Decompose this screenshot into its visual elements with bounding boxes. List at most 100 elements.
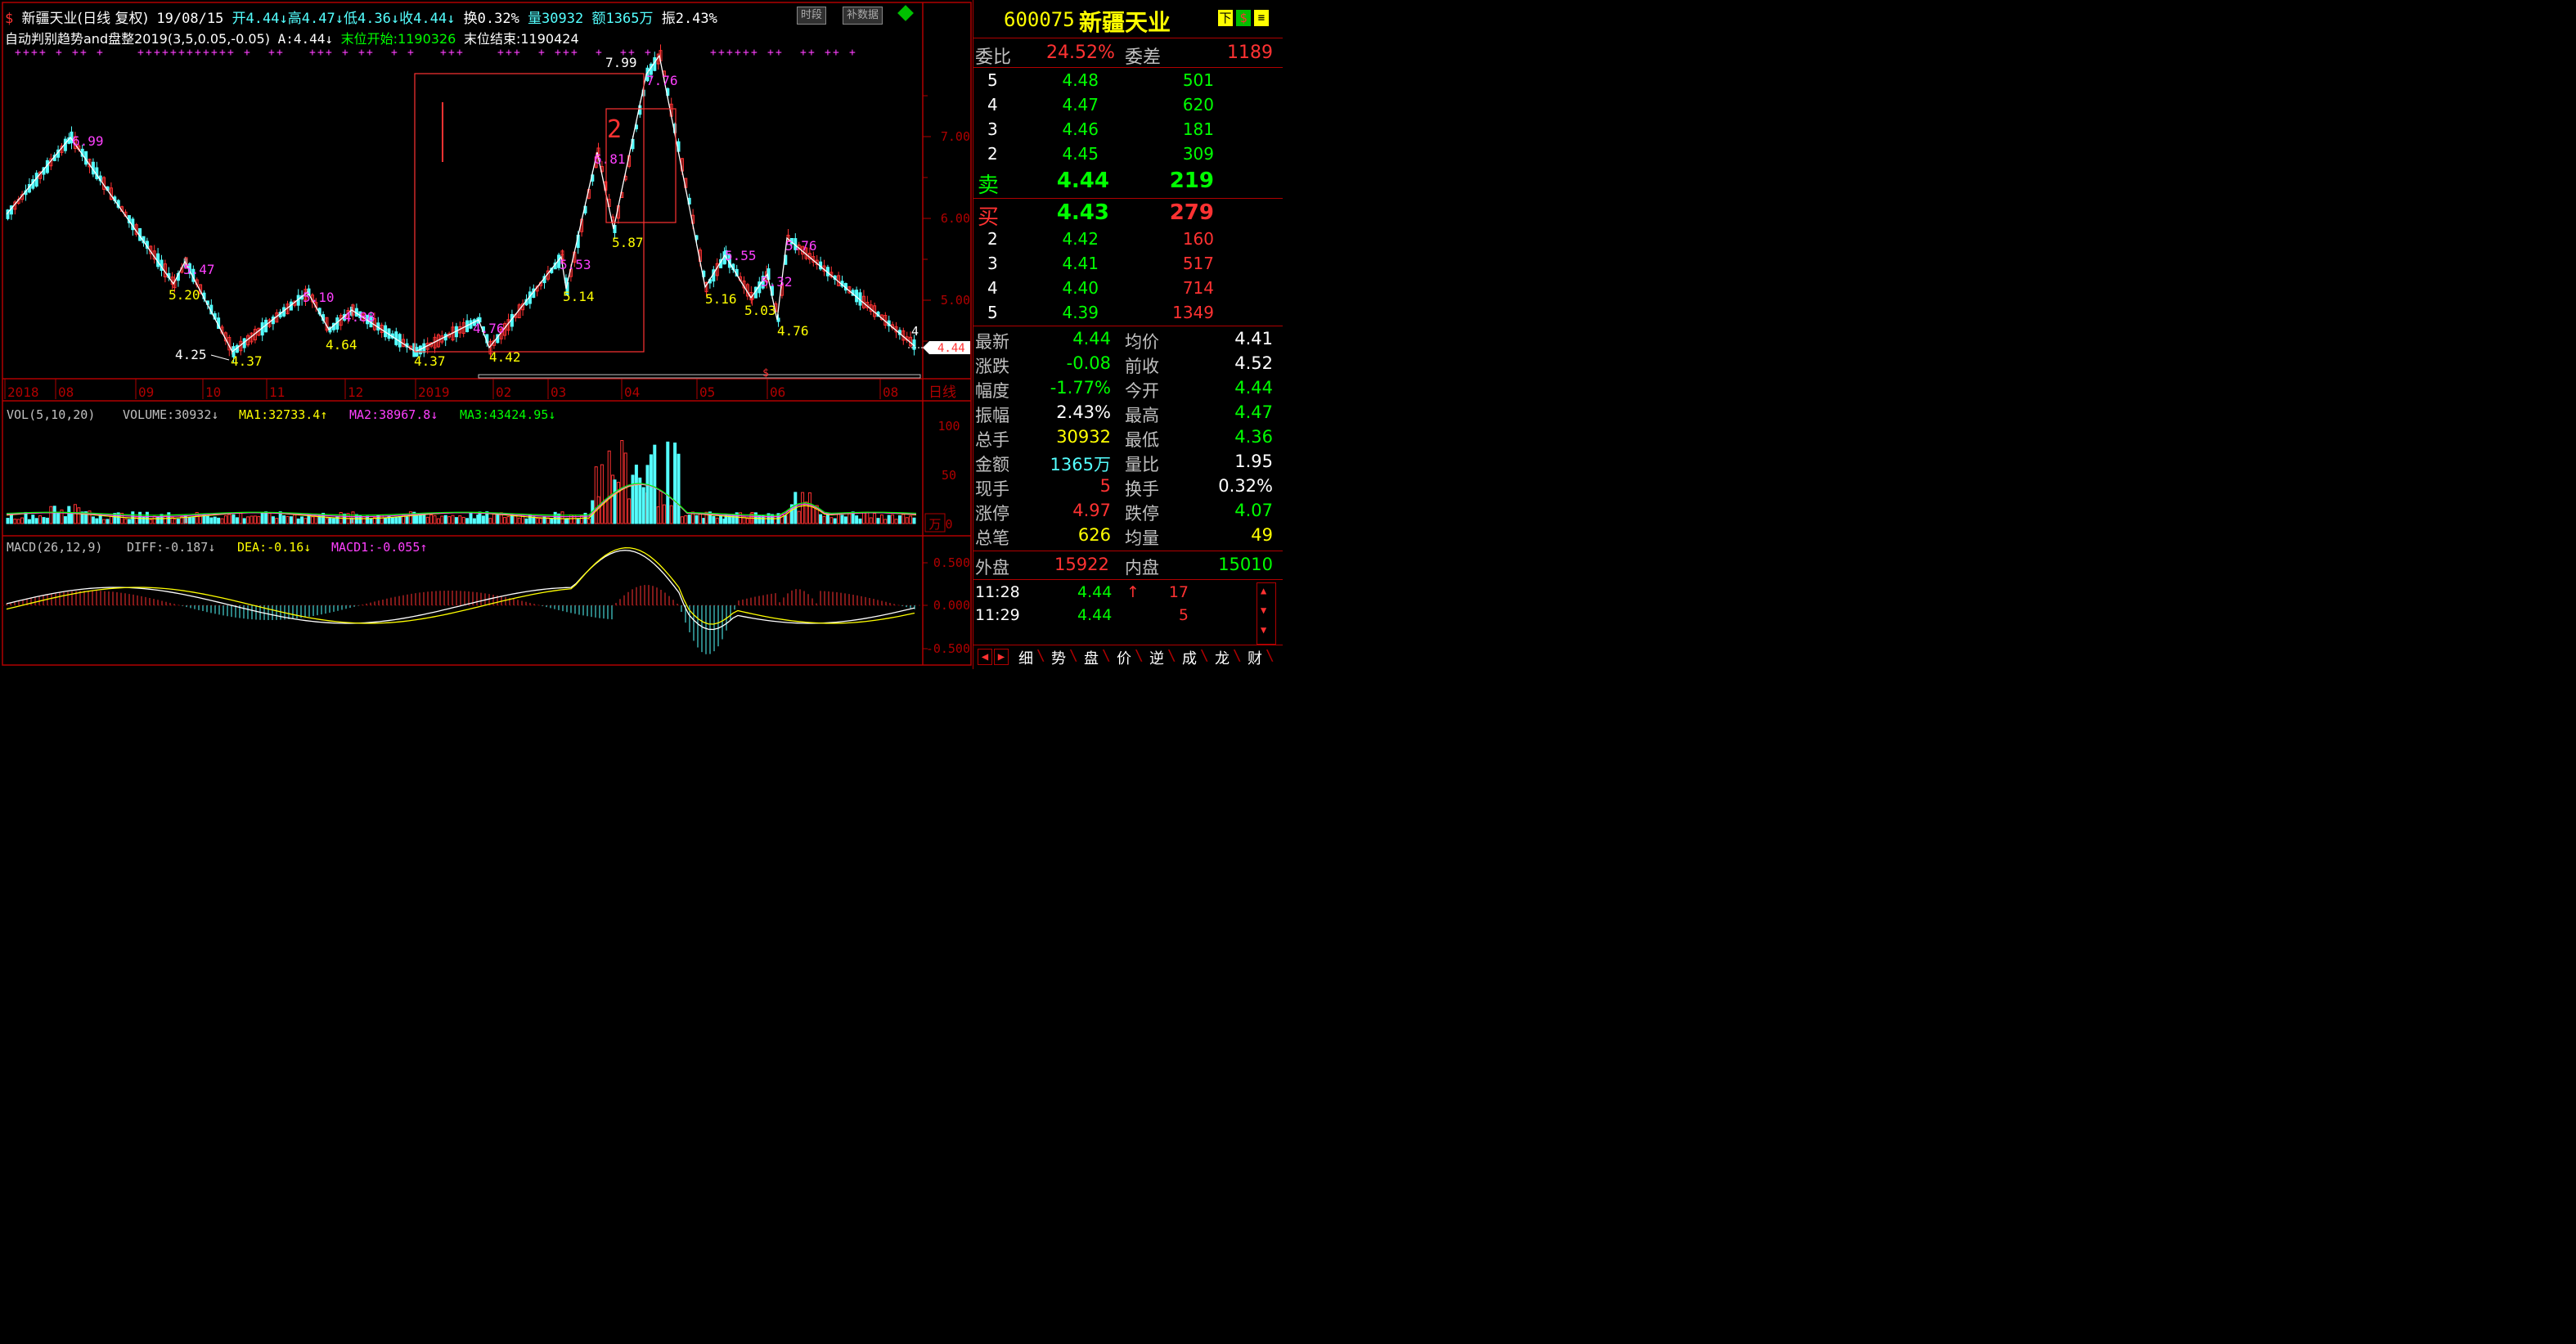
scroll-up-icon[interactable]: ▲ [1261,585,1266,596]
header-close: 收4.44 [399,11,447,27]
pivot-label: 5.53 [560,257,591,272]
buy-row: 4 4.40 714 [973,278,1283,303]
tab-next-icon[interactable]: ▶ [994,649,1009,665]
volume-bar [478,511,482,524]
signal-plus: + [538,47,545,59]
volume-bar [801,492,805,524]
time-range-button[interactable]: 时段 [797,7,827,25]
month-label: 12 [348,384,363,400]
tab-1[interactable]: 势 [1051,647,1066,668]
buy-volume: 279 [1169,200,1214,225]
supplement-data-button[interactable]: 补数据 [843,7,883,25]
volume-bar [680,516,684,524]
volume-bar [596,496,600,524]
tab-6[interactable]: 龙 [1215,647,1230,668]
volume-bar [328,518,332,524]
volume-bar [398,515,402,524]
volume-bar [310,516,314,524]
dollar-button[interactable]: $ [1236,10,1251,26]
volume-bar [38,515,43,524]
pivot-label: 5.03 [744,303,776,318]
macd-title: MACD(26,12,9) [7,540,102,555]
tick-time: 11:29 [975,606,1020,624]
scroll-bar [478,374,921,379]
volume-bar [833,518,837,524]
signal-plus: + [342,47,348,59]
volume-bar [669,505,673,524]
volume-bar [45,517,49,524]
volume-bar [887,515,891,524]
stat-row: 金额 1365万 量比 1.95 [973,452,1283,476]
tab-2[interactable]: 盘 [1084,647,1099,668]
volume-bar [894,519,898,524]
sell-row: 3 4.46 181 [973,119,1283,144]
scroll-down-icon[interactable]: ▼ [1261,605,1266,616]
stat-label-2: 跌停 [1125,504,1159,524]
stat-value-2: 4.41 [1234,329,1273,348]
volume-bar [891,514,895,524]
signal-plus: + [358,47,365,59]
panel-divider [973,67,1283,68]
weicha-value: 1189 [1227,43,1273,63]
volume-bar [176,519,180,524]
tab-7[interactable]: 财 [1248,647,1262,668]
buy-price: 4.42 [1062,229,1099,249]
header-amplitude: 振2.43% [661,11,717,27]
menu-icon[interactable]: ≡ [1254,10,1269,26]
scroll-down-icon[interactable]: ▼ [1261,624,1266,636]
tab-0[interactable]: 细 [1018,647,1033,668]
volume-bar [267,512,272,524]
volume-bar [645,465,650,524]
sell-level: 3 [987,119,998,139]
pivot-label: 5.16 [705,291,737,307]
stat-label-2: 均价 [1125,332,1159,352]
tab-3[interactable]: 价 [1117,647,1131,668]
buy-price: 4.41 [1062,254,1099,273]
volume-bar [613,479,617,524]
volume-bar [627,498,632,524]
month-label: 02 [496,384,511,400]
volume-bar [405,516,409,524]
volume-bar [443,515,447,524]
volume-bar [469,512,473,524]
volume-bar [145,511,149,524]
volume-bar [293,514,297,524]
volume-bar [873,513,877,524]
volume-bar [425,516,429,524]
signal-plus: + [620,47,627,59]
buy-price: 4.40 [1062,278,1099,298]
stat-label: 振幅 [975,406,1009,425]
month-label: 05 [699,384,715,400]
indicator-a: A:4.44 [277,31,326,47]
signal-plus: + [825,47,831,59]
tab-4[interactable]: 逆 [1149,647,1164,668]
signal-plus: + [391,47,398,59]
volume-bar [440,515,444,524]
tab-prev-icon[interactable]: ◀ [978,649,992,665]
signal-plus: + [227,47,234,59]
buy-volume: 1349 [1172,303,1214,322]
dollar-icon[interactable]: $ [5,11,13,27]
tick-scrollbar[interactable]: ▲ ▼ ▼ [1257,582,1276,645]
tab-5[interactable]: 成 [1182,647,1197,668]
stat-label: 涨停 [975,504,1009,524]
signal-plus: + [309,47,316,59]
tab-separator: \ [1036,647,1045,664]
volume-bar [616,482,620,524]
price-axis-label: 5.00 [941,293,970,308]
volume-axis-label: 100 [937,419,960,434]
tab-separator: \ [1069,647,1078,664]
volume-bar [223,515,227,524]
volume-bar [565,518,569,524]
pivot-label: 4.37 [231,353,263,369]
tick-price: 4.44 [1077,606,1113,624]
month-label: 03 [551,384,566,400]
stat-label: 最新 [975,332,1009,352]
down-arrow-icon: ↓ [279,11,288,27]
volume-bar [634,465,638,524]
sell-price: 4.47 [1062,95,1099,115]
down-button[interactable]: 下 [1218,10,1233,26]
volume-bar [296,518,300,524]
volume-bar [472,518,476,524]
stat-label-2: 最低 [1125,430,1159,450]
